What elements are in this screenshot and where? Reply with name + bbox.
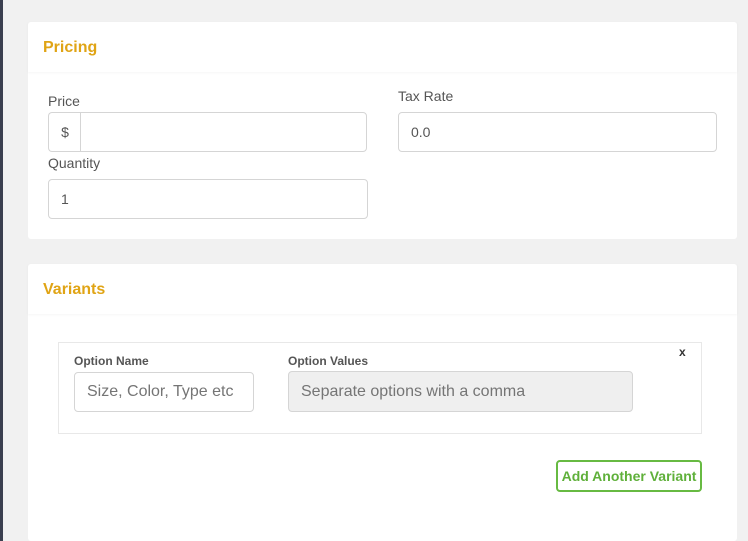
pricing-title: Pricing <box>43 39 98 56</box>
option-values-label: Option Values <box>288 354 369 368</box>
variants-title: Variants <box>43 281 106 298</box>
variants-card: Variants Option Name Option Values x Add… <box>28 264 737 541</box>
quantity-label: Quantity <box>48 155 101 171</box>
variant-row: Option Name Option Values x <box>58 342 702 434</box>
quantity-input[interactable] <box>48 179 368 219</box>
price-currency-addon: $ <box>48 112 81 152</box>
add-another-variant-button[interactable]: Add Another Variant <box>556 460 702 492</box>
option-name-label: Option Name <box>74 354 149 368</box>
price-input[interactable] <box>80 112 367 152</box>
tax-rate-label: Tax Rate <box>398 88 454 104</box>
option-name-input[interactable] <box>74 372 254 412</box>
remove-variant-button[interactable]: x <box>679 345 686 359</box>
sidebar-edge <box>0 0 3 541</box>
variants-card-header: Variants <box>28 264 737 314</box>
option-values-input[interactable] <box>288 371 633 412</box>
tax-rate-input[interactable] <box>398 112 717 152</box>
price-label: Price <box>48 93 80 109</box>
pricing-card: Pricing Price $ Tax Rate Quantity <box>28 22 737 239</box>
pricing-card-header: Pricing <box>28 22 737 72</box>
